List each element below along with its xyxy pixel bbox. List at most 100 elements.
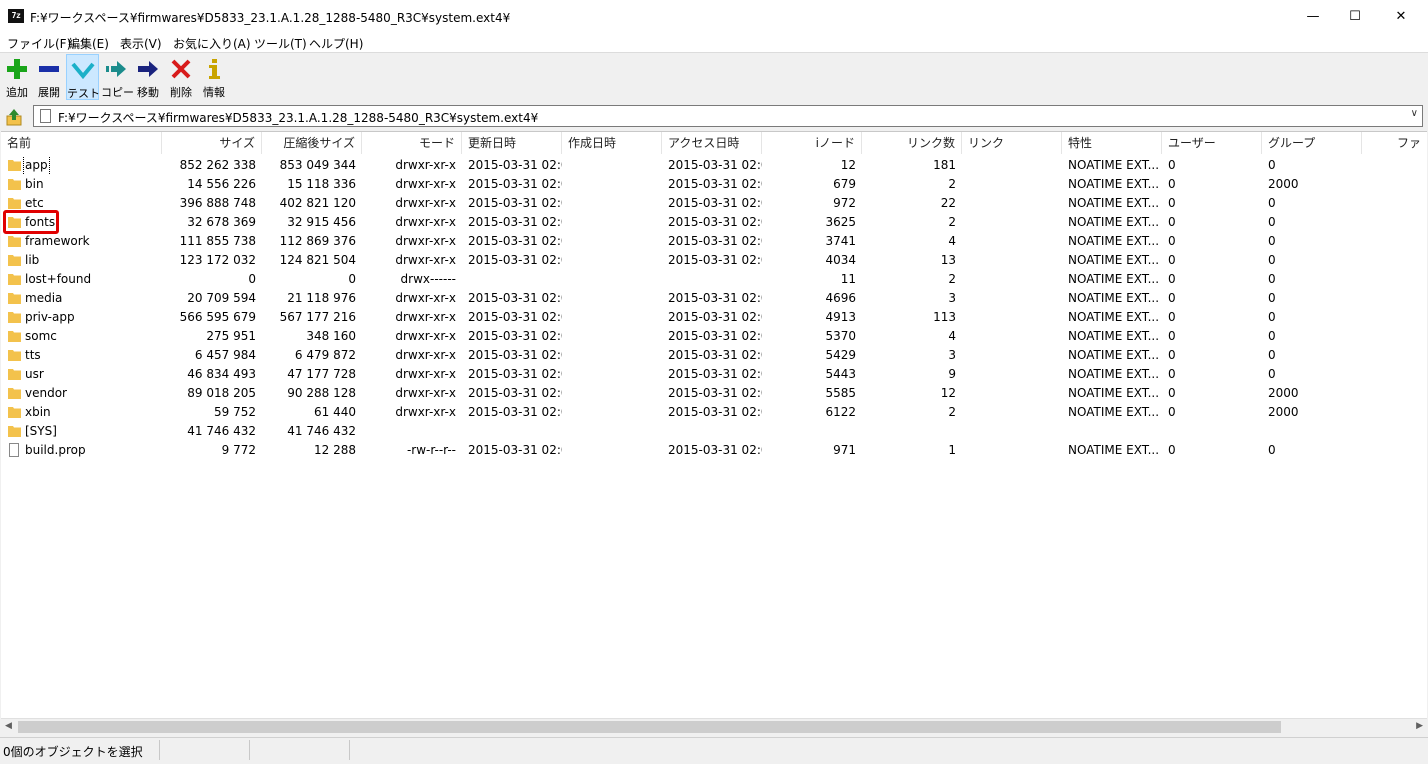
- cell-user: 0: [1168, 272, 1176, 286]
- cell-name[interactable]: somc: [1, 327, 162, 346]
- cell-name[interactable]: vendor: [1, 384, 162, 403]
- cell-inode: 679: [833, 177, 856, 191]
- table-row[interactable]: priv-app 566 595 679 567 177 216 drwxr-xr-x…: [1, 308, 1427, 327]
- cell-attributes: NOATIME EXT...: [1068, 234, 1160, 248]
- cell-size: 566 595 679: [179, 310, 256, 324]
- menu-favorites[interactable]: お気に入り(A): [173, 35, 251, 52]
- table-row[interactable]: framework 111 855 738 112 869 376 drwxr-xr-…: [1, 232, 1427, 251]
- test-button[interactable]: テスト: [66, 54, 100, 100]
- folder-icon: [8, 426, 21, 437]
- cell-mode: drwxr-xr-x: [395, 348, 456, 362]
- address-path: F:¥ワークスペース¥firmwares¥D5833_23.1.A.1.28_1…: [58, 111, 539, 125]
- cell-name[interactable]: xbin: [1, 403, 162, 422]
- menu-edit[interactable]: 編集(E): [68, 35, 109, 52]
- close-button[interactable]: ✕: [1378, 0, 1424, 32]
- cell-group: 0: [1268, 329, 1276, 343]
- table-row[interactable]: lib 123 172 032 124 821 504 drwxr-xr-x 2015-…: [1, 251, 1427, 270]
- cell-group: 0: [1268, 443, 1276, 457]
- menu-tools[interactable]: ツール(T): [254, 35, 307, 52]
- cell-user: 0: [1168, 310, 1176, 324]
- scroll-left-icon[interactable]: ◀: [5, 721, 12, 731]
- table-row[interactable]: somc 275 951 348 160 drwxr-xr-x 2015-03-31 0…: [1, 327, 1427, 346]
- extract-button[interactable]: 展開: [34, 54, 64, 100]
- cell-modified: 2015-03-31 02:09: [468, 367, 562, 381]
- scrollbar-thumb[interactable]: [18, 721, 1281, 733]
- cell-name[interactable]: usr: [1, 365, 162, 384]
- column-header-group[interactable]: グループ: [1262, 132, 1362, 154]
- menu-view[interactable]: 表示(V): [120, 35, 162, 52]
- cell-name[interactable]: priv-app: [1, 308, 162, 327]
- cell-name[interactable]: app: [1, 156, 162, 175]
- move-button[interactable]: 移動: [133, 54, 163, 100]
- column-header-name[interactable]: 名前: [1, 132, 162, 154]
- table-row[interactable]: app 852 262 338 853 049 344 drwxr-xr-x 2015-…: [1, 156, 1427, 175]
- table-row[interactable]: media 20 709 594 21 118 976 drwxr-xr-x 2015-…: [1, 289, 1427, 308]
- column-header-links[interactable]: リンク数: [862, 132, 962, 154]
- cell-modified: 2015-03-31 02:09: [468, 443, 562, 457]
- folder-icon: [8, 350, 21, 361]
- column-header-accessed[interactable]: アクセス日時: [662, 132, 762, 154]
- table-row[interactable]: build.prop 9 772 12 288 -rw-r--r-- 2015-03-3…: [1, 441, 1427, 460]
- table-row[interactable]: tts 6 457 984 6 479 872 drwxr-xr-x 2015-03-3…: [1, 346, 1427, 365]
- cell-name[interactable]: bin: [1, 175, 162, 194]
- table-row[interactable]: usr 46 834 493 47 177 728 drwxr-xr-x 2015-03…: [1, 365, 1427, 384]
- menu-help[interactable]: ヘルプ(H): [309, 35, 363, 52]
- column-header-packed-size[interactable]: 圧縮後サイズ: [262, 132, 362, 154]
- cell-modified: [462, 270, 562, 289]
- cell-group: 0: [1268, 348, 1276, 362]
- table-row[interactable]: fonts 32 678 369 32 915 456 drwxr-xr-x 2015-…: [1, 213, 1427, 232]
- column-header-link[interactable]: リンク: [962, 132, 1062, 154]
- add-button[interactable]: 追加: [2, 54, 32, 100]
- cell-packed-size: 47 177 728: [287, 367, 356, 381]
- cell-size: 32 678 369: [187, 215, 256, 229]
- table-row[interactable]: [SYS] 41 746 432 41 746 432: [1, 422, 1427, 441]
- menu-file[interactable]: ファイル(F): [7, 35, 71, 52]
- cell-name[interactable]: [SYS]: [1, 422, 162, 441]
- table-row[interactable]: vendor 89 018 205 90 288 128 drwxr-xr-x 2015…: [1, 384, 1427, 403]
- cell-name[interactable]: media: [1, 289, 162, 308]
- column-header-inode[interactable]: iノード: [762, 132, 862, 154]
- cell-accessed: 2015-03-31 02:09: [668, 158, 762, 172]
- cell-mode: drwxr-xr-x: [395, 177, 456, 191]
- column-header-created[interactable]: 作成日時: [562, 132, 662, 154]
- extract-minus-icon: [34, 58, 64, 80]
- cell-name[interactable]: framework: [1, 232, 162, 251]
- table-row[interactable]: xbin 59 752 61 440 drwxr-xr-x 2015-03-31 02:…: [1, 403, 1427, 422]
- minimize-button[interactable]: —: [1290, 0, 1336, 32]
- column-header-mode[interactable]: モード: [362, 132, 462, 154]
- cell-name[interactable]: build.prop: [1, 441, 162, 460]
- file-icon: [9, 443, 19, 457]
- cell-name[interactable]: lost+found: [1, 270, 162, 289]
- toolbar: 追加 展開 テスト コピー 移動 削除 情報: [0, 53, 1428, 102]
- scroll-right-icon[interactable]: ▶: [1416, 721, 1423, 731]
- cell-links: [862, 422, 962, 441]
- file-list[interactable]: 名前 サイズ 圧縮後サイズ モード 更新日時 作成日時 アクセス日時 iノード …: [1, 131, 1427, 719]
- table-row[interactable]: bin 14 556 226 15 118 336 drwxr-xr-x 2015-03…: [1, 175, 1427, 194]
- test-label: テスト: [67, 87, 100, 100]
- table-row[interactable]: etc 396 888 748 402 821 120 drwxr-xr-x 2015-…: [1, 194, 1427, 213]
- column-header-modified[interactable]: 更新日時: [462, 132, 562, 154]
- column-header-file[interactable]: ファ: [1362, 132, 1427, 154]
- cell-attributes: NOATIME EXT...: [1068, 443, 1160, 457]
- delete-button[interactable]: 削除: [166, 54, 196, 100]
- cell-group: 0: [1268, 215, 1276, 229]
- cell-links: 2: [948, 215, 956, 229]
- address-field[interactable]: F:¥ワークスペース¥firmwares¥D5833_23.1.A.1.28_1…: [33, 105, 1423, 127]
- cell-accessed: 2015-03-31 02:09: [668, 329, 762, 343]
- folder-up-icon[interactable]: [6, 108, 22, 126]
- cell-name[interactable]: lib: [1, 251, 162, 270]
- cell-size: 275 951: [206, 329, 256, 343]
- info-button[interactable]: 情報: [198, 54, 230, 100]
- cell-name[interactable]: tts: [1, 346, 162, 365]
- maximize-button[interactable]: ☐: [1332, 0, 1378, 32]
- cell-links: 2: [948, 177, 956, 191]
- horizontal-scrollbar[interactable]: ◀ ▶: [1, 718, 1427, 736]
- column-header-user[interactable]: ユーザー: [1162, 132, 1262, 154]
- column-header-size[interactable]: サイズ: [162, 132, 262, 154]
- cell-mode: drwxr-xr-x: [395, 158, 456, 172]
- table-row[interactable]: lost+found 0 0 drwx------ 11 2 NOATIME EXT... 0…: [1, 270, 1427, 289]
- column-header-attributes[interactable]: 特性: [1062, 132, 1162, 154]
- chevron-down-icon[interactable]: ∨: [1411, 108, 1418, 119]
- title-bar: 7z F:¥ワークスペース¥firmwares¥D5833_23.1.A.1.2…: [0, 0, 1428, 32]
- copy-button[interactable]: コピー: [101, 54, 134, 100]
